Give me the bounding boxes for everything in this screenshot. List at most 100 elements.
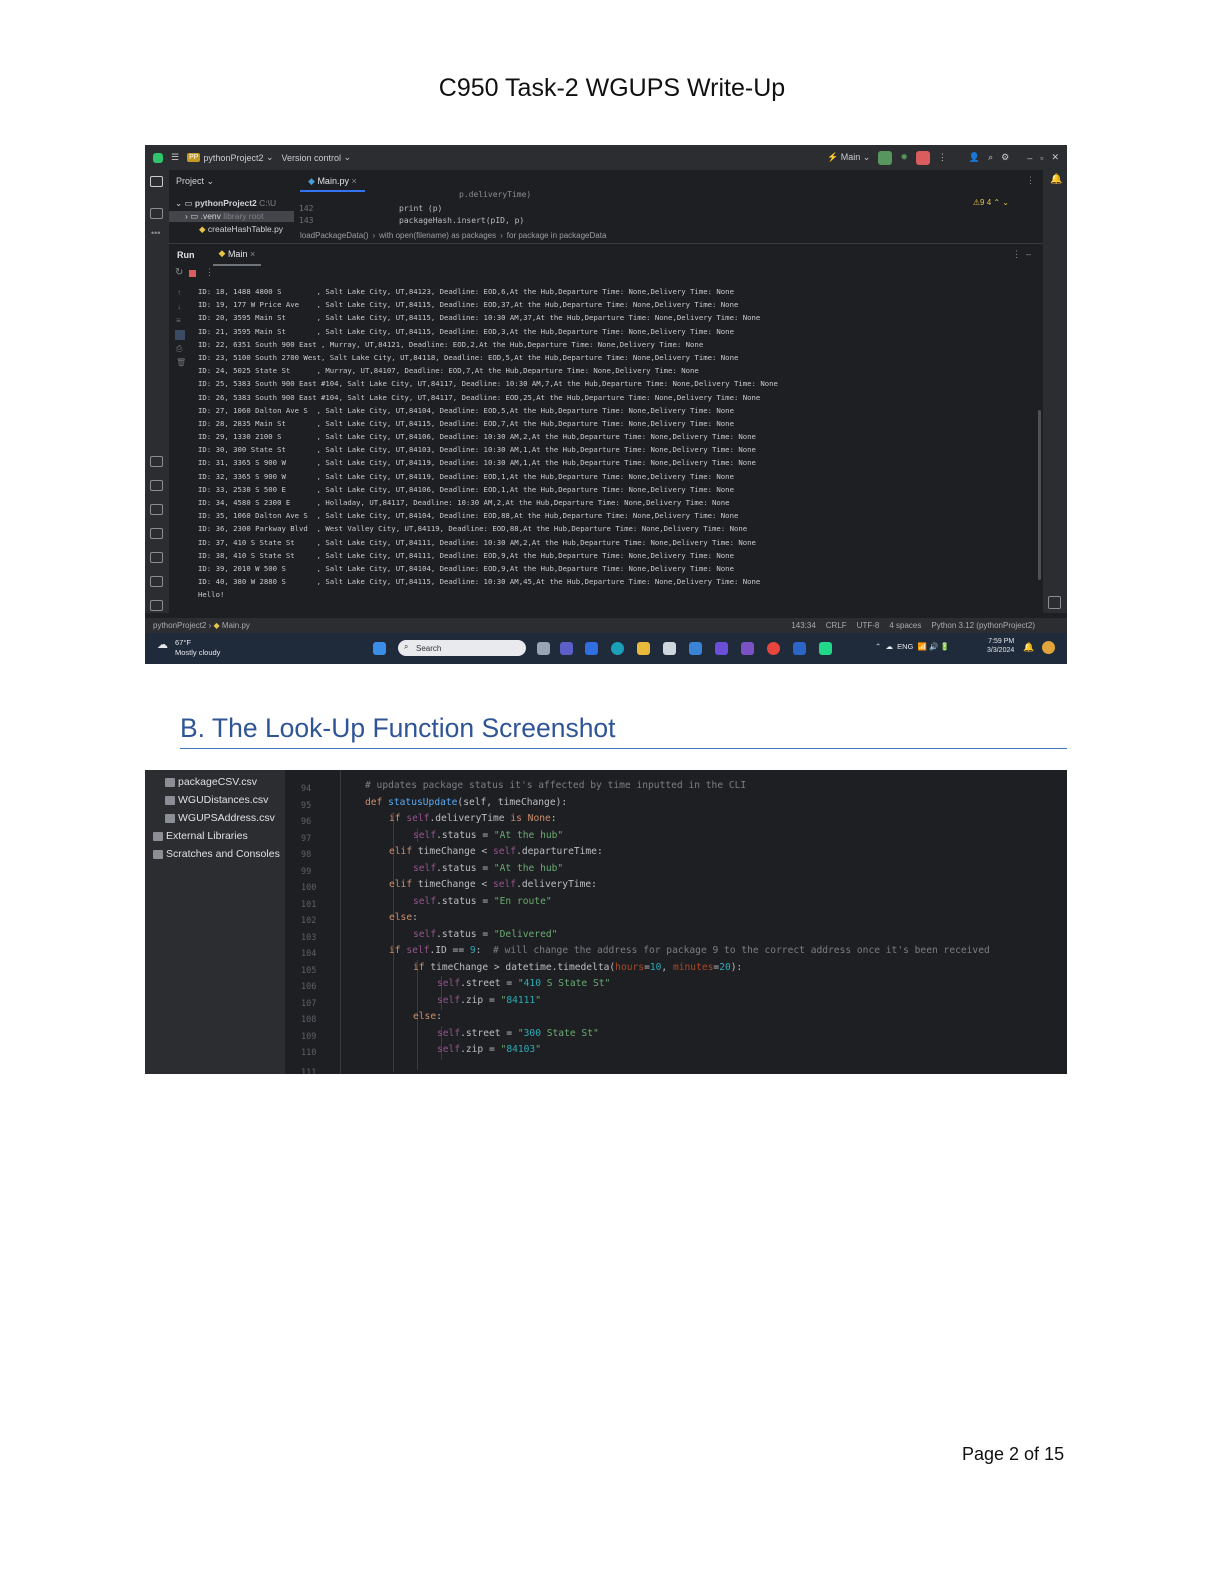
tree-item-venv[interactable]: › ▭ .venv library root [169,211,294,222]
scroll-up-icon[interactable]: ↑ [177,288,181,297]
python-packages-icon[interactable] [150,480,163,491]
search-icon: ⌕ [404,642,409,651]
file-encoding[interactable]: UTF-8 [857,621,880,630]
console-line: ID: 25, 5383 South 900 East #104, Salt L… [198,379,778,389]
breadcrumb-item[interactable]: for package in packageData [507,231,607,240]
dropbox-icon[interactable] [585,642,598,655]
file-item-packagecsv[interactable]: packageCSV.csv [165,776,257,788]
version-control-menu[interactable]: Version control ⌄ [282,152,352,163]
inspection-widget[interactable]: ⚠9 4 ⌃ ⌄ [973,198,1009,207]
run-icon[interactable] [878,150,893,165]
main-menu-icon[interactable]: ☰ [171,152,179,163]
code-line: else: [413,1011,442,1022]
tab-options-icon[interactable]: ⋮ [1026,175,1035,186]
more-tools-icon[interactable]: ••• [151,228,160,238]
tab-main-py[interactable]: ◆ Main.py × [300,172,365,192]
user-icon[interactable]: 👤 [969,152,980,163]
project-panel-header[interactable]: Project ⌄ [169,170,294,192]
soft-wrap-icon[interactable]: ≡ [176,316,181,325]
search-icon[interactable]: ⌕ [988,152,993,163]
cloud-icon: ☁ [157,639,168,651]
debug-icon[interactable]: ✹ [900,152,908,163]
ide-status-bar: pythonProject2 › ◆ Main.py 143:34 CRLF U… [145,618,1067,633]
start-button-icon[interactable] [373,642,386,655]
code-comment: # updates package status it's affected b… [365,780,747,791]
task-view-icon[interactable] [537,642,550,655]
run-panel-options-icon[interactable]: ⋮ – [1012,249,1031,260]
code-line: if self.ID == 9: # will change the addre… [389,945,990,956]
editor-code-area[interactable]: # updates package status it's affected b… [365,778,1065,1074]
file-explorer-icon[interactable] [637,642,650,655]
project-tool-icon[interactable] [150,176,163,187]
console-line: ID: 35, 1060 Dalton Ave S , Salt Lake Ci… [198,511,739,521]
python-interpreter[interactable]: Python 3.12 (pythonProject2) [931,621,1035,630]
file-item-wgudistances[interactable]: WGUDistances.csv [165,794,268,806]
settings-gear-icon[interactable]: ⚙ [1001,152,1009,163]
scroll-end-icon[interactable] [175,330,185,340]
tree-item-createhashtable[interactable]: ◆ createHashTable.py [199,224,283,235]
minimize-icon[interactable]: – [1027,153,1032,163]
chrome-icon[interactable] [767,642,780,655]
services-tool-icon[interactable] [150,528,163,539]
restore-icon[interactable]: ▫ [1040,153,1043,163]
status-path-project[interactable]: pythonProject2 [153,621,206,630]
file-item-wgupsaddress[interactable]: WGUPSAddress.csv [165,812,275,824]
code-def-line: def statusUpdate(self, timeChange): [365,797,568,808]
code-line: if timeChange > datetime.timedelta(hours… [413,962,743,973]
pycharm-icon[interactable] [819,642,832,655]
store-icon[interactable] [663,642,676,655]
notifications-icon[interactable]: 🔔 [1050,174,1062,185]
console-scrollbar[interactable] [1038,410,1041,580]
breadcrumb-item[interactable]: loadPackageData() [300,231,368,240]
clear-icon[interactable]: 🗑 [176,358,186,367]
git-tool-icon[interactable] [150,600,163,611]
tree-item-external-libraries[interactable]: External Libraries [153,830,248,842]
caret-position[interactable]: 143:34 [791,621,815,630]
notification-bell-icon[interactable]: 🔔 [1023,642,1034,653]
edge-browser-icon[interactable] [611,642,624,655]
code-line: if self.deliveryTime is None: [389,813,557,824]
scroll-down-icon[interactable]: ↓ [177,302,181,311]
run-config-selector[interactable]: ⚡ Main ⌄ [827,152,870,163]
stop-run-icon[interactable] [189,270,196,277]
system-tray[interactable]: ⌃ ☁ ENG 📶 🔊 🔋 [875,642,950,651]
more-icon[interactable]: ⋮ [938,152,947,163]
structure-tool-icon[interactable] [150,208,163,219]
word-icon[interactable] [793,642,806,655]
tree-item-root[interactable]: ⌄ ▭ pythonProject2 C:\U [175,198,276,209]
indent-setting[interactable]: 4 spaces [889,621,921,630]
copilot-icon[interactable] [1042,641,1055,654]
mail-icon[interactable] [689,642,702,655]
terminal-tool-icon[interactable] [150,552,163,563]
bookmarks-tool-icon[interactable] [150,456,163,467]
status-path-file[interactable]: Main.py [222,621,250,630]
run-widget-icon[interactable] [1048,596,1061,609]
print-icon[interactable]: ⎙ [176,344,182,354]
tab-run-main[interactable]: ◆ Main × [212,244,262,266]
stop-icon[interactable] [915,150,930,165]
run-console-output[interactable]: ID: 18, 1488 4800 S , Salt Lake City, UT… [198,285,1028,615]
rerun-icon[interactable]: ↻ [175,267,183,278]
teams-icon[interactable] [560,642,573,655]
visual-studio-icon[interactable] [741,642,754,655]
project-switcher[interactable]: PP pythonProject2 ⌄ [187,152,274,163]
app-icon[interactable] [715,642,728,655]
line-separator[interactable]: CRLF [826,621,847,630]
taskbar-search-input[interactable]: ⌕ Search [398,640,526,656]
scratch-icon [153,849,163,859]
code-line: self.street = "300 State St" [437,1028,599,1039]
line-number-gutter: 94 95 96 97 98 99 100 101 102 103 104 105 106 107 108 1… [285,770,340,1074]
console-line: ID: 32, 3365 S 900 W , Salt Lake City, U… [198,471,734,481]
line-number: 106 [301,982,317,992]
console-line: ID: 23, 5100 South 2700 West, Salt Lake … [198,352,739,362]
breadcrumb-item[interactable]: with open(filename) as packages [379,231,496,240]
run-more-icon[interactable]: ⋮ [205,267,214,278]
taskbar-clock[interactable]: 7:59 PM 3/3/2024 [987,637,1014,655]
tab-close-icon[interactable]: × [351,176,356,186]
tree-item-scratches[interactable]: Scratches and Consoles [153,848,280,860]
editor-code-area[interactable]: p.deliveryTime) 142 print (p) 143 packag… [294,190,1043,228]
weather-widget[interactable]: ☁ 67°F Mostly cloudy [157,638,220,657]
close-icon[interactable]: ✕ [1051,152,1059,163]
database-tool-icon[interactable] [150,504,163,515]
problems-tool-icon[interactable] [150,576,163,587]
